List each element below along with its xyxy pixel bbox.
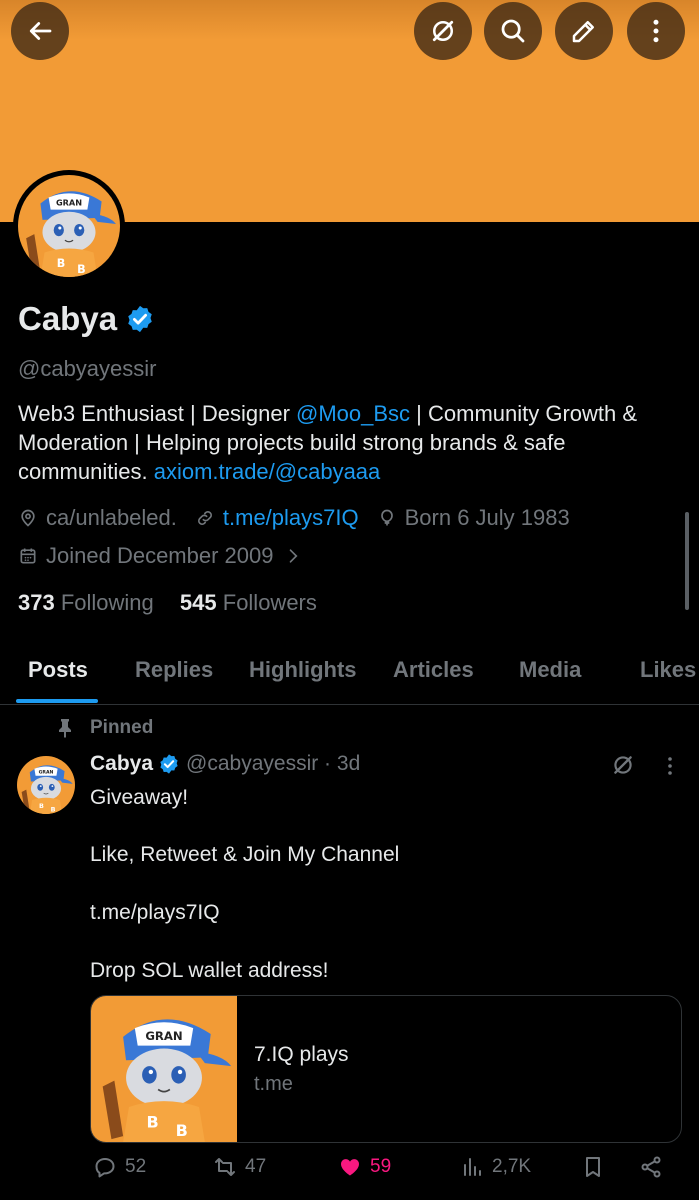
pinned-label: Pinned <box>90 717 154 738</box>
post-actions: 52 47 59 2,7K <box>0 1155 699 1187</box>
view-count: 2,7K <box>492 1156 532 1177</box>
search-button[interactable] <box>484 2 542 60</box>
profile-handle: @cabyayessir <box>18 356 157 381</box>
tab-replies[interactable]: Replies <box>135 657 213 683</box>
chevron-right-icon <box>290 549 298 563</box>
followers-count: 545 <box>179 590 217 615</box>
post-text-line-1: Giveaway! <box>90 786 189 809</box>
location-item: ca/unlabeled. <box>18 505 177 531</box>
grok-button[interactable] <box>414 2 472 60</box>
tab-highlights[interactable]: Highlights <box>249 657 357 683</box>
balloon-icon <box>380 509 393 526</box>
follow-counts: 373 Following 545 Followers <box>18 590 317 616</box>
profile-meta-row-1: ca/unlabeled. t.me/plays7IQ Born 6 July … <box>18 505 588 531</box>
reply-icon <box>95 1158 115 1178</box>
link-preview-title: 7.IQ plays <box>254 1043 349 1066</box>
more-button[interactable] <box>627 2 685 60</box>
tab-articles[interactable]: Articles <box>393 657 474 683</box>
followers-link[interactable]: 545 Followers <box>180 590 317 615</box>
birthday-item: Born 6 July 1983 <box>377 505 570 531</box>
grok-icon[interactable] <box>610 752 636 778</box>
profile-website-link[interactable]: t.me/plays7IQ <box>223 505 359 531</box>
link-preview-domain: t.me <box>254 1073 293 1095</box>
post-author-avatar[interactable] <box>17 756 75 814</box>
profile-location: ca/unlabeled. <box>46 505 177 530</box>
share-button[interactable] <box>639 1155 671 1179</box>
followers-label: Followers <box>222 590 317 615</box>
share-icon <box>641 1156 661 1178</box>
verified-badge-icon[interactable] <box>125 304 155 334</box>
back-button[interactable] <box>11 2 69 60</box>
link-preview-image <box>91 996 237 1142</box>
like-count: 59 <box>370 1156 392 1177</box>
grok-icon <box>432 20 454 42</box>
post-author-name[interactable]: Cabya <box>90 752 153 776</box>
bio-url-link[interactable]: axiom.trade/@cabyaaa <box>154 459 381 484</box>
following-label: Following <box>60 590 154 615</box>
link-preview-card[interactable]: 7.IQ plays t.me <box>90 995 682 1143</box>
following-count: 373 <box>18 590 55 615</box>
more-vertical-icon <box>653 19 659 43</box>
tab-likes[interactable]: Likes <box>640 657 696 683</box>
profile-name-row: Cabya <box>18 300 155 338</box>
pin-icon <box>59 719 71 738</box>
link-icon <box>197 511 212 525</box>
heart-icon <box>340 1159 360 1176</box>
profile-joined: Joined December 2009 <box>46 543 274 568</box>
bio-text-1: Web3 Enthusiast | Designer <box>18 401 297 426</box>
joined-item[interactable]: Joined December 2009 <box>18 543 303 569</box>
bio-mention-link[interactable]: @Moo_Bsc <box>296 401 410 426</box>
profile-avatar-wrapper[interactable] <box>13 170 125 282</box>
profile-bio: Web3 Enthusiast | Designer @Moo_Bsc | Co… <box>18 399 678 486</box>
search-icon <box>501 19 525 43</box>
post-header: Cabya @cabyayessir · 3d <box>90 752 360 776</box>
reply-count: 52 <box>125 1156 147 1177</box>
views-button[interactable]: 2,7K <box>460 1155 531 1179</box>
calendar-icon <box>20 548 36 564</box>
verified-badge-icon <box>160 754 178 774</box>
edit-button[interactable] <box>555 2 613 60</box>
edit-icon <box>572 21 594 43</box>
post-handle-time: @cabyayessir · 3d <box>186 752 361 775</box>
repost-button[interactable]: 47 <box>213 1155 266 1179</box>
more-vertical-icon[interactable] <box>658 754 682 778</box>
post-link[interactable]: t.me/plays7IQ <box>90 901 220 925</box>
repost-icon <box>215 1158 235 1176</box>
pinned-label-row: Pinned <box>56 717 153 739</box>
bookmark-icon <box>586 1157 600 1177</box>
website-item[interactable]: t.me/plays7IQ <box>195 505 359 531</box>
views-chart-icon <box>464 1158 481 1176</box>
active-tab-indicator <box>16 699 98 703</box>
location-pin-icon <box>21 509 35 527</box>
like-button[interactable]: 59 <box>338 1155 391 1179</box>
profile-tabs: Posts Replies Highlights Articles Media … <box>0 640 699 705</box>
repost-count: 47 <box>245 1156 267 1177</box>
tab-media[interactable]: Media <box>519 657 581 683</box>
profile-name: Cabya <box>18 300 118 337</box>
profile-meta-row-2: Joined December 2009 <box>18 543 321 569</box>
following-link[interactable]: 373 Following <box>18 590 154 615</box>
bookmark-button[interactable] <box>581 1155 613 1179</box>
post-text-line-4: Drop SOL wallet address! <box>90 959 329 982</box>
scrollbar[interactable] <box>685 512 689 610</box>
arrow-left-icon <box>29 22 52 40</box>
profile-avatar <box>18 175 120 277</box>
profile-birthday: Born 6 July 1983 <box>404 505 570 530</box>
post-text-line-2: Like, Retweet & Join My Channel <box>90 843 400 866</box>
tab-posts[interactable]: Posts <box>28 657 88 683</box>
reply-button[interactable]: 52 <box>93 1155 146 1179</box>
